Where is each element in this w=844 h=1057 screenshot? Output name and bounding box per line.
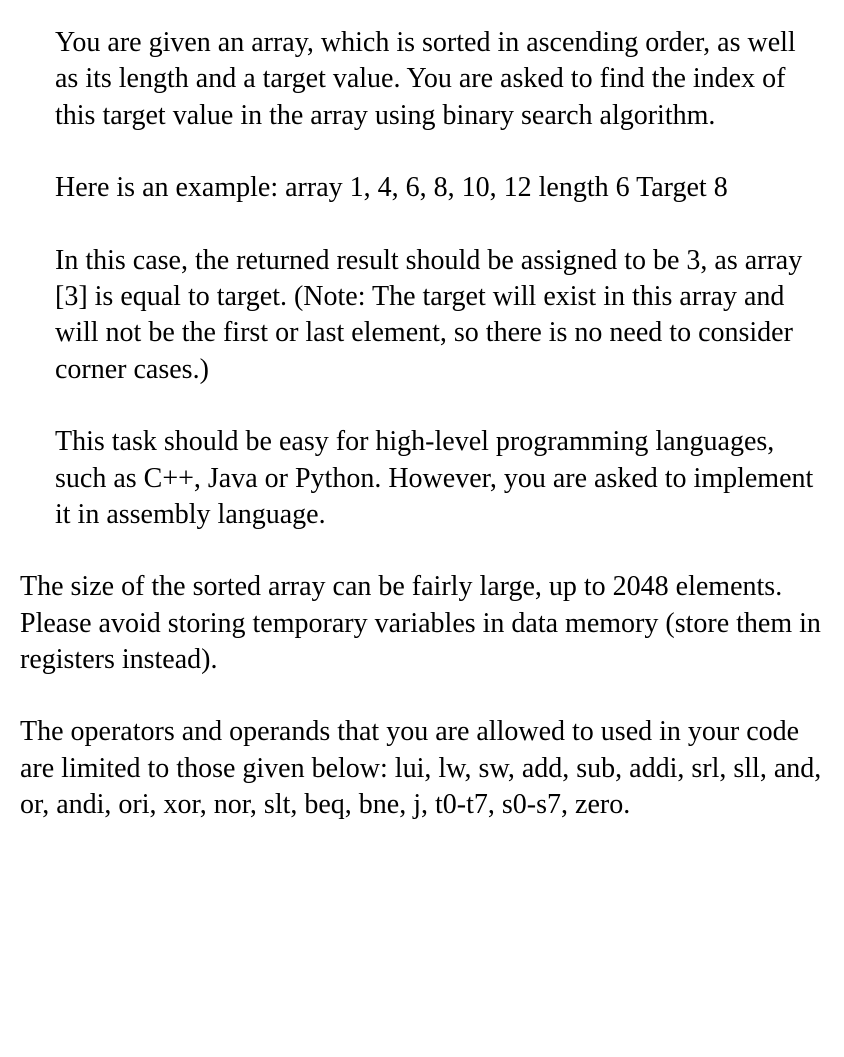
paragraph-task-difficulty: This task should be easy for high-level …: [20, 424, 824, 533]
paragraph-example: Here is an example: array 1, 4, 6, 8, 10…: [20, 170, 824, 206]
paragraph-text: The operators and operands that you are …: [20, 716, 821, 820]
paragraph-array-size: The size of the sorted array can be fair…: [20, 569, 824, 678]
paragraph-intro: You are given an array, which is sorted …: [20, 25, 824, 134]
paragraph-text: You are given an array, which is sorted …: [55, 27, 796, 131]
paragraph-text: This task should be easy for high-level …: [55, 426, 813, 530]
paragraph-allowed-operators: The operators and operands that you are …: [20, 714, 824, 823]
paragraph-text: Here is an example: array 1, 4, 6, 8, 10…: [55, 172, 728, 203]
paragraph-result-explanation: In this case, the returned result should…: [20, 243, 824, 389]
paragraph-text: In this case, the returned result should…: [55, 245, 802, 385]
paragraph-text: The size of the sorted array can be fair…: [20, 571, 821, 675]
